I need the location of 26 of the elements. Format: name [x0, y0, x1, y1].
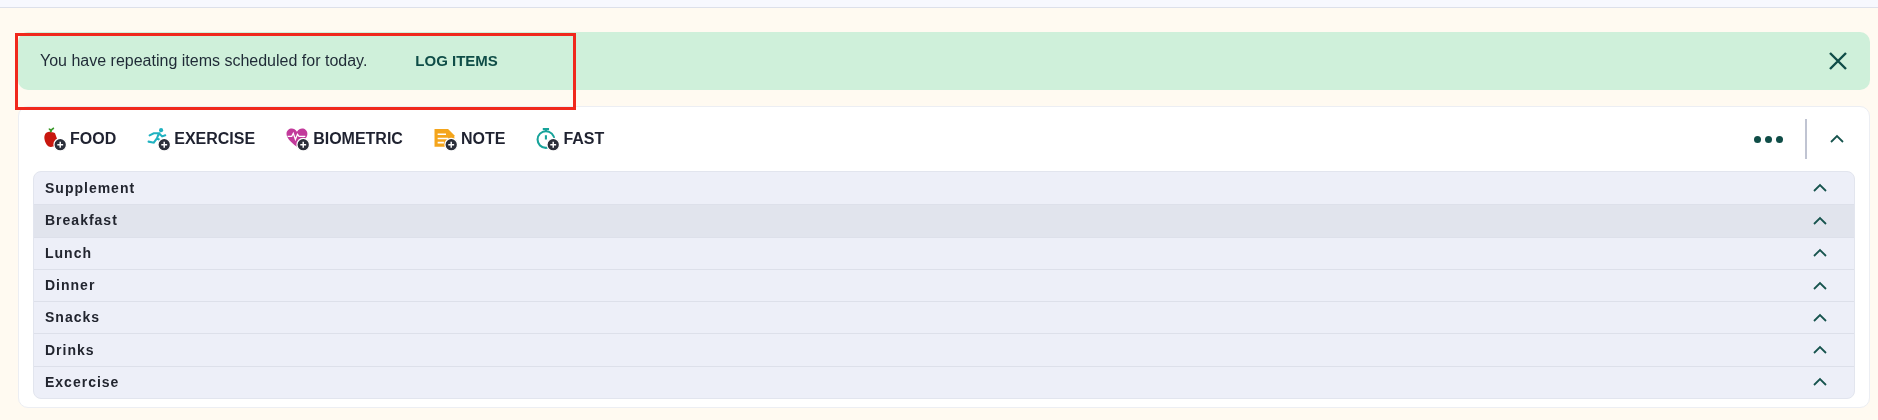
meal-section-header[interactable]: Dinner	[34, 268, 1854, 302]
apple-add-icon	[42, 127, 68, 151]
runner-add-icon	[146, 127, 173, 151]
meal-name: Lunch	[45, 243, 92, 263]
heart-pulse-add-icon	[285, 127, 312, 151]
log-items-link[interactable]: LOG ITEMS	[415, 49, 498, 73]
add-entry-button[interactable]: NOTE	[432, 127, 506, 151]
meal-name: Snacks	[45, 308, 101, 328]
stopwatch-add-icon	[535, 127, 562, 151]
banner-message: You have repeating items scheduled for today.	[40, 51, 368, 71]
meal-section-header[interactable]: Breakfast	[34, 204, 1854, 237]
meal-section-header[interactable]: Excercise	[34, 365, 1854, 399]
meal-name: Dinner	[45, 276, 96, 296]
meal-name: Breakfast	[45, 211, 118, 231]
meal-name: Drinks	[45, 340, 95, 360]
meal-section-header[interactable]: Lunch	[34, 236, 1854, 269]
add-entry-button[interactable]: FAST	[535, 127, 605, 151]
meal-name: Excercise	[45, 372, 120, 392]
add-entry-button[interactable]: FOOD	[42, 127, 117, 151]
meal-name: Supplement	[45, 178, 136, 198]
add-entry-button[interactable]: EXERCISE	[146, 127, 256, 151]
meal-section-header[interactable]: Snacks	[34, 301, 1854, 334]
add-entry-button[interactable]: BIOMETRIC	[285, 127, 403, 151]
meal-section-header[interactable]: Drinks	[34, 333, 1854, 366]
meal-section-header[interactable]: Supplement	[34, 172, 1854, 205]
note-add-icon	[432, 127, 459, 151]
